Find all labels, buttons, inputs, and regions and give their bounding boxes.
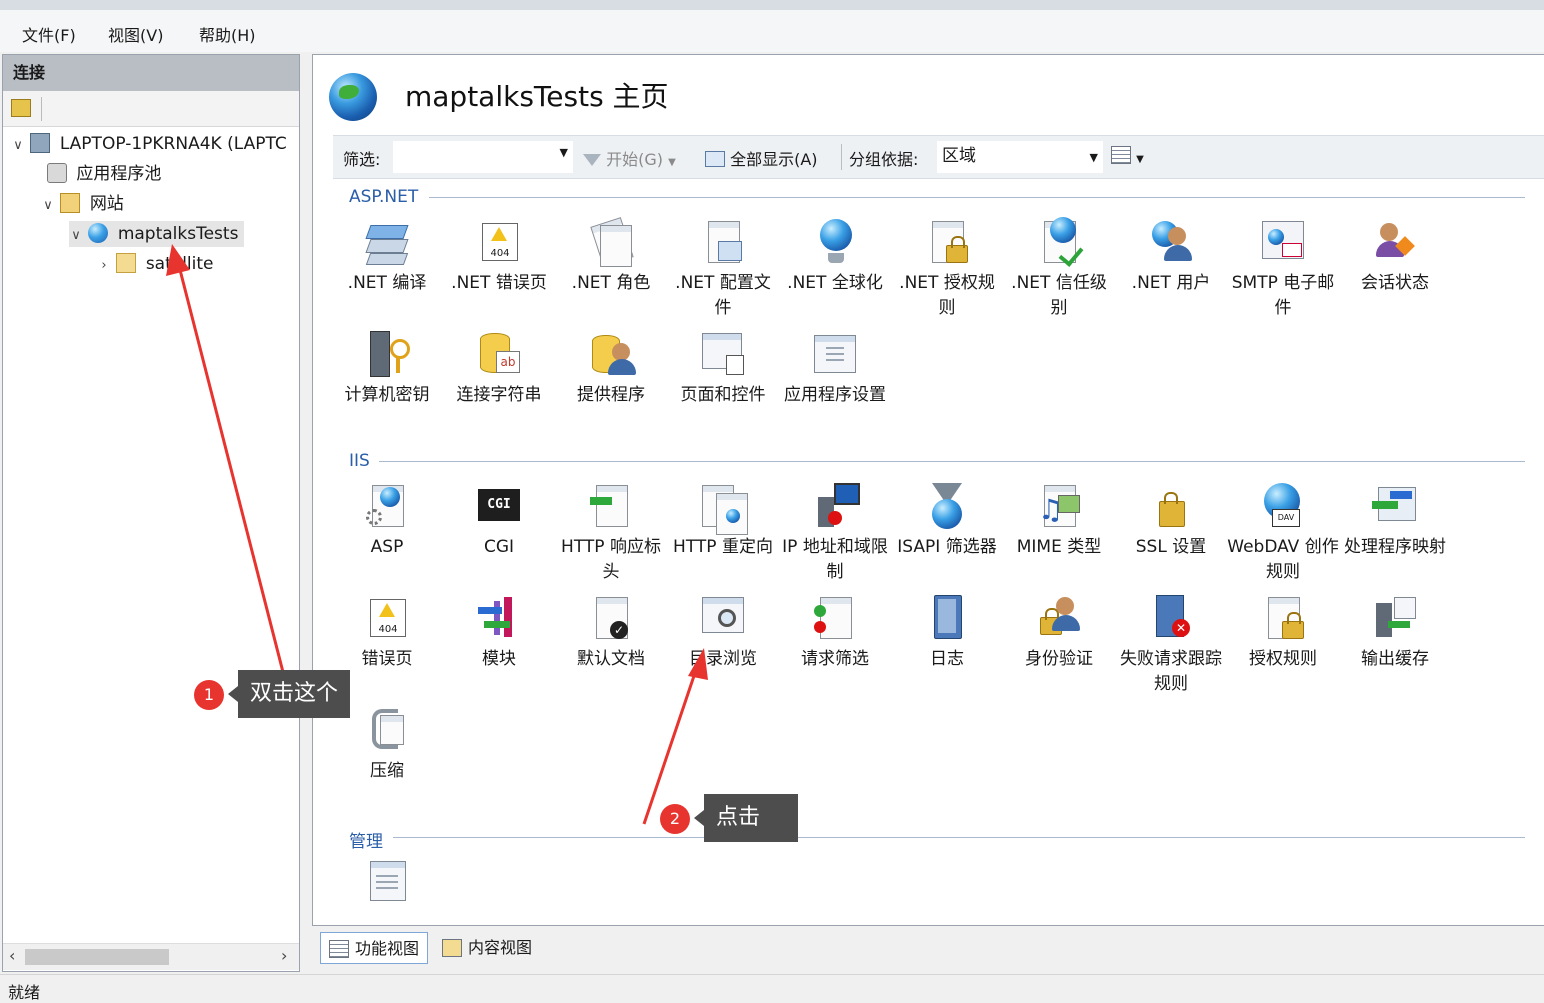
annotation-badge-1: 1 (194, 680, 224, 710)
annotation-callout-2: 点击 (694, 794, 798, 842)
annotation-arrow-1 (166, 244, 286, 677)
annotation-arrows (166, 244, 708, 825)
annotation-arrow-2 (642, 648, 708, 825)
annotation-badge-2: 2 (660, 804, 690, 834)
annotation-callout-1: 双击这个 (227, 670, 351, 718)
